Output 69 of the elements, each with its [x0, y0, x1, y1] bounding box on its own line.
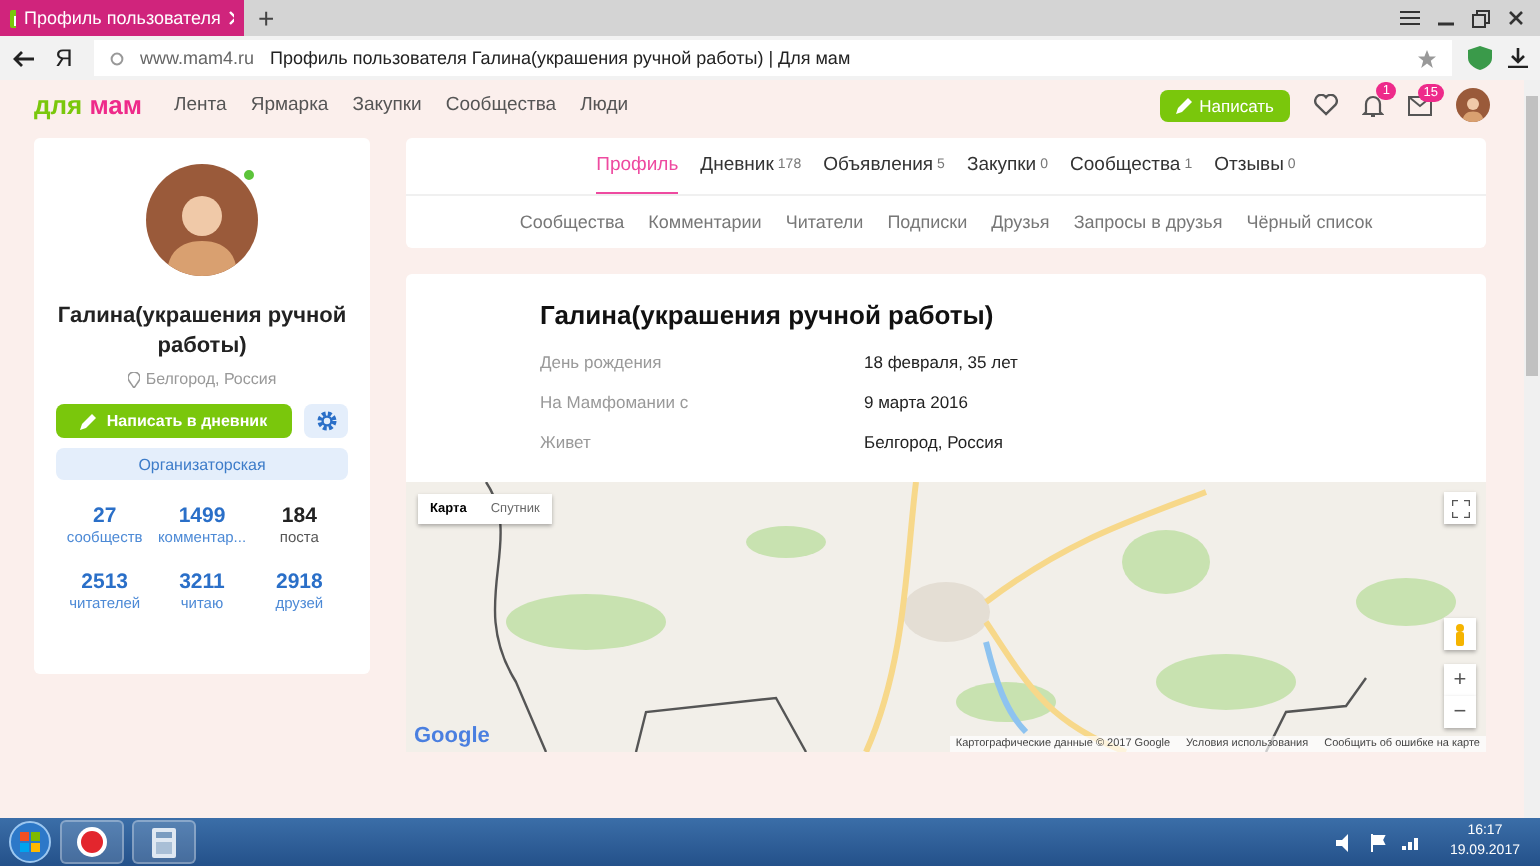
location-pin-icon — [127, 371, 140, 387]
flag-icon[interactable] — [1369, 833, 1386, 851]
subnav-link[interactable]: Запросы в друзья — [1073, 212, 1223, 232]
nav-link[interactable]: Люди — [580, 94, 629, 116]
subnav-link[interactable]: Читатели — [785, 212, 864, 232]
subnav-link[interactable]: Сообщества — [519, 212, 625, 232]
profile-location: Белгород, Россия — [145, 370, 277, 388]
site-icon — [10, 9, 16, 27]
calculator-icon — [152, 827, 176, 857]
download-icon[interactable] — [1508, 48, 1528, 68]
stat-value[interactable]: 1499 — [178, 504, 226, 528]
subnav-link[interactable]: Подписки — [887, 212, 968, 232]
profile-title: Галина(украшения ручной работы) — [540, 300, 996, 330]
site-logo[interactable]: для мам — [34, 90, 143, 120]
pencil-icon — [80, 413, 97, 429]
browser-taskbar-button[interactable] — [60, 820, 124, 864]
info-value: 9 марта 2016 — [864, 392, 970, 412]
shield-icon[interactable] — [1468, 46, 1492, 70]
info-value: 18 февраля, 35 лет — [864, 352, 1020, 372]
user-avatar[interactable] — [1456, 88, 1490, 122]
bell-icon[interactable] — [1362, 93, 1384, 117]
scrollbar-thumb[interactable] — [1526, 96, 1538, 376]
subnav-link[interactable]: Комментарии — [648, 212, 762, 232]
address-field[interactable]: www.mam4.ru Профиль пользователя Галина(украшения ручной работы) | Для мам — [94, 40, 1452, 76]
pencil-icon — [1175, 97, 1192, 113]
subnav-link[interactable]: Друзья — [991, 212, 1050, 232]
profile-tab[interactable]: Профиль — [596, 138, 679, 194]
role-label: Организаторская — [56, 448, 348, 480]
info-value: Белгород, Россия — [864, 432, 1005, 452]
info-label: Живет — [540, 432, 593, 452]
url-text: www.mam4.ru — [140, 48, 255, 68]
speaker-icon[interactable] — [1335, 833, 1354, 851]
signal-icon[interactable] — [1401, 834, 1422, 850]
info-label: День рождения — [540, 352, 664, 372]
fullscreen-button[interactable] — [1444, 492, 1476, 524]
nav-link[interactable]: Сообщества — [445, 94, 557, 116]
new-tab-button[interactable]: + — [244, 0, 289, 36]
nav-link[interactable]: Ярмарка — [250, 94, 329, 116]
menu-icon[interactable] — [1400, 10, 1420, 26]
fullscreen-icon — [1451, 499, 1469, 517]
zoom-out-button[interactable]: − — [1444, 696, 1476, 728]
stat-value: 184 — [281, 504, 317, 528]
map-logo: Google — [414, 724, 490, 748]
stat-value[interactable]: 3211 — [179, 570, 225, 594]
yandex-button[interactable]: Я — [50, 44, 78, 72]
subnav-link[interactable]: Чёрный список — [1246, 212, 1373, 232]
reload-icon[interactable] — [110, 51, 124, 65]
person-icon — [1454, 623, 1466, 645]
nav-link[interactable]: Закупки — [352, 94, 422, 116]
nav-link[interactable]: Лента — [174, 94, 227, 116]
settings-icon — [315, 410, 337, 432]
page-title: Профиль пользователя Галина(украшения ручной работы) | Для мам — [270, 48, 851, 68]
bookmark-icon[interactable] — [1418, 49, 1436, 67]
browser-tab[interactable]: Профиль пользователя — [0, 0, 244, 36]
heart-icon[interactable] — [1314, 94, 1338, 116]
calculator-taskbar-button[interactable] — [132, 820, 196, 864]
profile-name: Галина(украшения ручной работы) — [56, 302, 348, 362]
envelope-icon[interactable] — [1408, 95, 1432, 115]
back-arrow-icon[interactable] — [12, 49, 34, 67]
restore-icon[interactable] — [1472, 9, 1490, 27]
settings-button[interactable] — [304, 404, 348, 438]
stat-value[interactable]: 2513 — [81, 570, 128, 594]
start-button[interactable] — [8, 820, 52, 864]
stat-value[interactable]: 2918 — [275, 570, 323, 594]
browser-icon — [76, 826, 108, 858]
tab-title: Профиль пользователя — [23, 8, 221, 28]
zoom-in-button[interactable]: + — [1444, 664, 1476, 696]
info-label: На Мамфомании с — [540, 392, 691, 412]
stat-value[interactable]: 27 — [92, 504, 117, 528]
